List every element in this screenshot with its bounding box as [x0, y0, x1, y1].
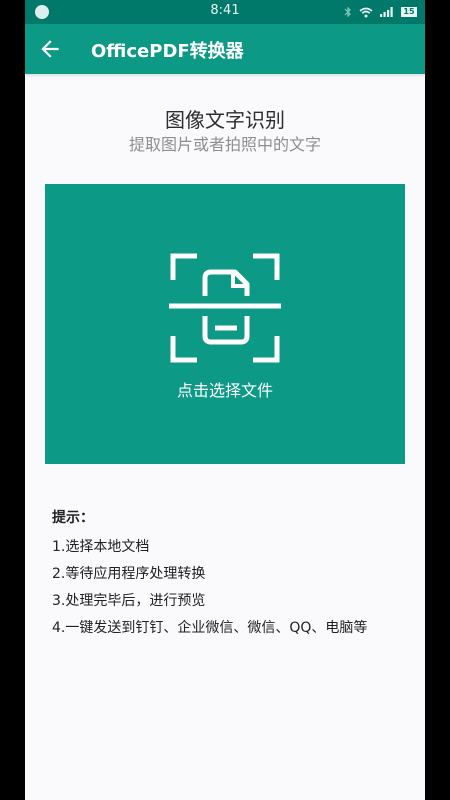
back-button[interactable]: [37, 36, 63, 62]
battery-icon: 15: [401, 7, 417, 17]
arrow-left-icon: [41, 40, 59, 58]
tip-item: 1.选择本地文档: [52, 539, 150, 555]
app-screen: 8:41 15 OfficePDF转换器 图像文字识别 提取图片或者拍照中的文字…: [25, 0, 425, 800]
status-bar: 8:41 15: [25, 0, 425, 24]
tip-item: 2.等待应用程序处理转换: [52, 566, 206, 582]
tip-item: 4.一键发送到钉钉、企业微信、微信、QQ、电脑等: [52, 620, 368, 636]
app-toolbar: OfficePDF转换器: [25, 24, 425, 74]
wifi-icon: [359, 7, 373, 17]
tip-item: 3.处理完毕后，进行预览: [52, 593, 206, 609]
select-file-label: 点击选择文件: [176, 381, 273, 400]
tips-heading: 提示：: [52, 510, 94, 526]
bluetooth-icon: [344, 6, 351, 18]
page-title: 图像文字识别: [165, 108, 285, 132]
status-icons: 15: [344, 3, 417, 21]
page-subtitle: 提取图片或者拍照中的文字: [128, 135, 321, 154]
tips-section: 提示： 1.选择本地文档 2.等待应用程序处理转换 3.处理完毕后，进行预览 4…: [52, 507, 412, 645]
document-scan-icon: [169, 253, 281, 363]
select-file-button[interactable]: 点击选择文件: [45, 184, 405, 464]
signal-icon: [380, 7, 393, 17]
toolbar-title: OfficePDF转换器: [91, 41, 244, 62]
main-content: 图像文字识别 提取图片或者拍照中的文字 点击选择文件 提示： 1.选择本地文档 …: [25, 74, 425, 800]
